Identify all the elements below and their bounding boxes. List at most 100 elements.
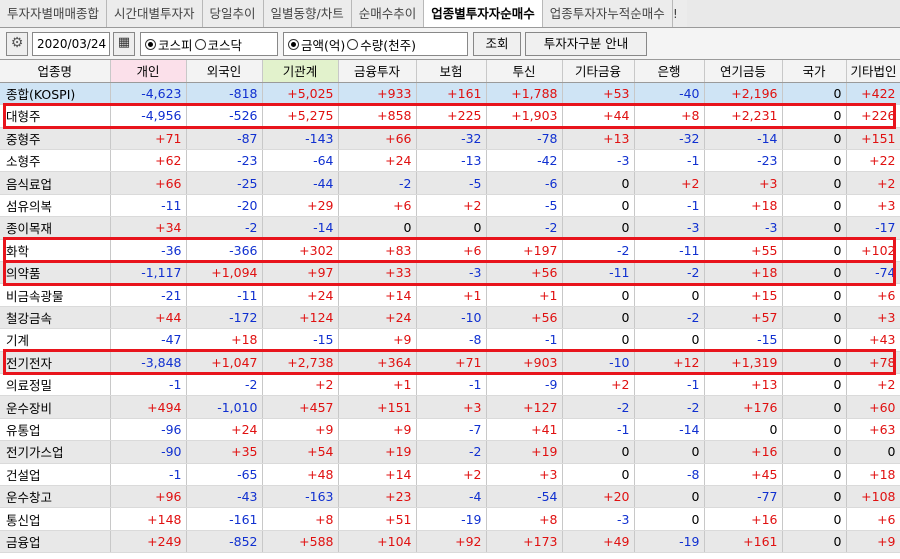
column-header[interactable]: 금융투자	[338, 60, 417, 83]
value-cell: -87	[186, 127, 263, 151]
column-header[interactable]: 투신	[486, 60, 563, 83]
tab-5[interactable]: 업종별투자자순매수	[424, 0, 543, 27]
table-row[interactable]: 의약품 -1,117 +1,094 +97 +33 -3 +56 -11 -2 +18 0 -74	[0, 261, 900, 285]
table-row[interactable]: 중형주 +71 -87 -143 +66 -32 -78 +13 -32 -14 0 +151	[0, 127, 900, 151]
table-row[interactable]: 대형주 -4,956 -526 +5,275 +858 +225 +1,903 +44 +8 +2…	[0, 104, 900, 128]
value-cell: 0	[562, 463, 635, 486]
value-cell: 0	[782, 373, 847, 397]
value-cell: -7	[416, 418, 487, 442]
table-row[interactable]: 통신업 +148 -161 +8 +51 -19 +8 -3 0 +16 0 +6	[0, 507, 900, 531]
market-option-kosdaq[interactable]: 코스닥	[194, 35, 242, 54]
tab-3[interactable]: 일별동향/차트	[263, 0, 352, 27]
table-row[interactable]: 소형주 +62 -23 -64 +24 -13 -42 -3 -1 -23 0 +22	[0, 149, 900, 173]
tab-0[interactable]: 투자자별매매종합	[0, 0, 108, 27]
column-header[interactable]: 은행	[634, 60, 705, 83]
table-row[interactable]: 금융업 +249 -852 +588 +104 +92 +173 +49 -19 +161 0 +9	[0, 530, 900, 554]
table-row[interactable]: 종합(KOSPI) -4,623 -818 +5,025 +933 +161 +1,788 +…	[0, 82, 900, 106]
value-cell: +19	[486, 440, 563, 464]
value-cell: +18	[704, 261, 783, 285]
query-button[interactable]: 조회	[473, 32, 521, 56]
table-row[interactable]: 기계 -47 +18 -15 +9 -8 -1 0 0 -15 0 +43	[0, 328, 900, 352]
value-cell: +55	[704, 239, 783, 263]
unit-option-quantity[interactable]: 수량(천주)	[347, 35, 416, 54]
value-cell: -13	[416, 149, 487, 173]
sector-name-cell: 금융업	[0, 530, 111, 554]
value-cell: -1	[562, 418, 635, 442]
value-cell: +71	[416, 351, 487, 374]
market-option-kospi[interactable]: 코스피	[145, 35, 193, 54]
value-cell: +41	[486, 418, 563, 442]
tab-2[interactable]: 당일추이	[202, 0, 264, 27]
investor-guide-button[interactable]: 투자자구분 안내	[525, 32, 647, 56]
value-cell: +6	[338, 194, 417, 218]
value-cell: -2	[634, 306, 705, 330]
value-cell: +1,903	[486, 104, 563, 128]
table-row[interactable]: 유통업 -96 +24 +9 +9 -7 +41 -1 -14 0 0 +63	[0, 418, 900, 442]
unit-radio-group: 금액(억) 수량(천주)	[283, 32, 468, 56]
value-cell: -3	[562, 149, 635, 173]
tab-1[interactable]: 시간대별투자자	[107, 0, 203, 27]
value-cell: +1,047	[186, 351, 263, 374]
value-cell: -2	[562, 239, 635, 263]
value-cell: +63	[846, 418, 900, 442]
value-cell: -32	[634, 127, 705, 151]
value-cell: -2	[562, 395, 635, 419]
value-cell: +3	[704, 171, 783, 195]
sector-name-cell: 전기전자	[0, 351, 111, 374]
table-row[interactable]: 전기전자 -3,848 +1,047 +2,738 +364 +71 +903 -10 +12 +…	[0, 351, 900, 374]
date-input[interactable]: 2020/03/24	[32, 32, 110, 56]
value-cell: +12	[634, 351, 705, 374]
value-cell: 0	[782, 194, 847, 218]
value-cell: -54	[486, 485, 563, 509]
value-cell: -5	[486, 194, 563, 218]
value-cell: 0	[782, 507, 847, 531]
value-cell: -1	[110, 373, 187, 397]
table-row[interactable]: 비금속광물 -21 -11 +24 +14 +1 +1 0 0 +15 0 +6	[0, 283, 900, 307]
value-cell: 0	[704, 418, 783, 442]
table-row[interactable]: 섬유의복 -11 -20 +29 +6 +2 -5 0 -1 +18 0 +3	[0, 194, 900, 218]
calendar-icon[interactable]: ▦	[113, 32, 135, 56]
column-header[interactable]: 국가	[782, 60, 847, 83]
table-row[interactable]: 철강금속 +44 -172 +124 +24 -10 +56 0 -2 +57 0 +3	[0, 306, 900, 330]
value-cell: -15	[704, 328, 783, 352]
column-header[interactable]: 보험	[416, 60, 487, 83]
table-row[interactable]: 건설업 -1 -65 +48 +14 +2 +3 0 -8 +45 0 +18	[0, 463, 900, 486]
column-header[interactable]: 기타법인	[846, 60, 900, 83]
value-cell: -2	[186, 216, 263, 240]
value-cell: +44	[562, 104, 635, 128]
table-row[interactable]: 전기가스업 -90 +35 +54 +19 -2 +19 0 0 +16 0 0	[0, 440, 900, 464]
settings-gear-icon[interactable]: ⚙	[6, 32, 28, 56]
value-cell: -36	[110, 239, 187, 263]
column-header[interactable]: 업종명	[0, 60, 111, 83]
table-row[interactable]: 의료정밀 -1 -2 +2 +1 -1 -9 +2 -1 +13 0 +2	[0, 373, 900, 397]
table-row[interactable]: 종이목재 +34 -2 -14 0 0 -2 0 -3 -3 0 -17	[0, 216, 900, 240]
tab-6[interactable]: 업종투자자누적순매수	[542, 0, 673, 27]
value-cell: +22	[846, 149, 900, 173]
table-row[interactable]: 운수장비 +494 -1,010 +457 +151 +3 +127 -2 -2 +176 0 +60	[0, 395, 900, 419]
column-header[interactable]: 외국인	[186, 60, 263, 83]
table-row[interactable]: 운수창고 +96 -43 -163 +23 -4 -54 +20 0 -77 0 +108	[0, 485, 900, 509]
value-cell: 0	[562, 440, 635, 464]
value-cell: +102	[846, 239, 900, 263]
unit-option-amount[interactable]: 금액(억)	[288, 35, 345, 54]
column-header[interactable]: 기타금융	[562, 60, 635, 83]
table-row[interactable]: 음식료업 +66 -25 -44 -2 -5 -6 0 +2 +3 0 +2	[0, 171, 900, 195]
value-cell: -10	[562, 351, 635, 374]
radio-icon	[288, 38, 299, 50]
tab-4[interactable]: 순매수추이	[351, 0, 425, 27]
table-row[interactable]: 화학 -36 -366 +302 +83 +6 +197 -2 -11 +55 0 +102	[0, 239, 900, 263]
value-cell: -19	[416, 507, 487, 531]
value-cell: 0	[782, 216, 847, 240]
column-header[interactable]: 기관계	[262, 60, 339, 83]
value-cell: +1,319	[704, 351, 783, 374]
value-cell: -77	[704, 485, 783, 509]
column-header[interactable]: 연기금등	[704, 60, 783, 83]
value-cell: +54	[262, 440, 339, 464]
value-cell: +62	[110, 149, 187, 173]
value-cell: -163	[262, 485, 339, 509]
value-cell: 0	[782, 463, 847, 486]
column-header[interactable]: 개인	[110, 60, 187, 83]
value-cell: 0	[416, 216, 487, 240]
tab-7[interactable]: !	[672, 0, 687, 27]
value-cell: +43	[846, 328, 900, 352]
